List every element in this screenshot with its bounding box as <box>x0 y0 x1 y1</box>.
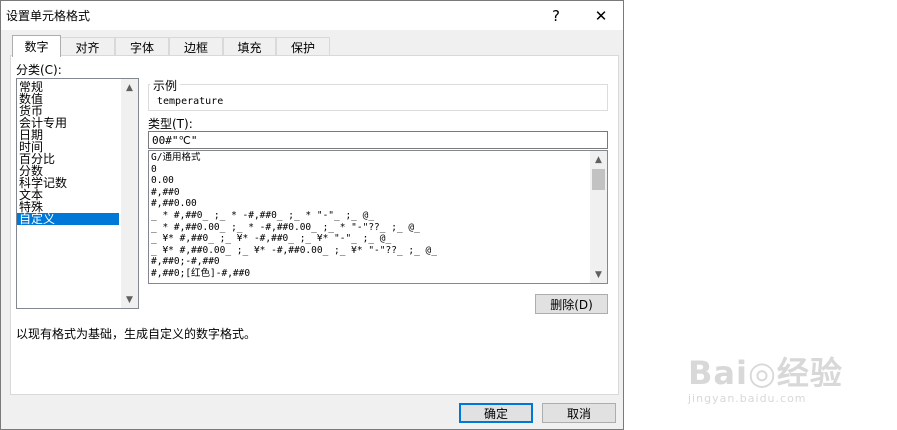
dialog-title: 设置单元格格式 <box>6 9 91 23</box>
category-label: 分类(C): <box>16 63 62 77</box>
type-label: 类型(T): <box>148 117 193 131</box>
tab-protection[interactable]: 保护 <box>276 37 330 56</box>
tab-border[interactable]: 边框 <box>169 37 223 56</box>
format-item[interactable]: _ ¥* #,##0.00_ ;_ ¥* -#,##0.00_ ;_ ¥* "-… <box>149 245 607 257</box>
close-button[interactable]: ✕ <box>581 1 621 30</box>
category-list[interactable]: 常规 数值 货币 会计专用 日期 时间 百分比 分数 科学记数 文本 特殊 自定… <box>16 78 139 309</box>
format-item[interactable]: #,##0;-#,##0 <box>149 256 607 268</box>
format-item[interactable]: G/通用格式 <box>149 152 607 164</box>
format-item[interactable]: 0.00 <box>149 175 607 187</box>
category-scrollbar[interactable]: ▲ ▼ <box>121 79 138 308</box>
category-item-custom[interactable]: 自定义 <box>17 213 119 225</box>
scroll-down-icon[interactable]: ▼ <box>121 291 138 308</box>
scroll-up-icon[interactable]: ▲ <box>121 79 138 96</box>
baidu-watermark: Bai◎经验 jingyan.baidu.com <box>688 330 888 410</box>
type-input[interactable] <box>148 131 608 149</box>
format-scrollbar[interactable]: ▲ ▼ <box>590 151 607 283</box>
format-list[interactable]: G/通用格式 0 0.00 #,##0 #,##0.00 _ * #,##0_ … <box>148 150 608 284</box>
description-text: 以现有格式为基础，生成自定义的数字格式。 <box>16 327 257 341</box>
scroll-down-icon[interactable]: ▼ <box>590 266 607 283</box>
format-item[interactable]: #,##0.00 <box>149 198 607 210</box>
format-item[interactable]: #,##0 <box>149 187 607 199</box>
watermark-logo: Bai◎经验 <box>688 354 843 392</box>
format-item[interactable]: _ * #,##0.00_ ;_ * -#,##0.00_ ;_ * "-"??… <box>149 222 607 234</box>
tab-alignment[interactable]: 对齐 <box>60 37 115 56</box>
cancel-button[interactable]: 取消 <box>542 403 616 423</box>
format-cells-dialog: 设置单元格格式 ? ✕ 数字 对齐 字体 边框 填充 保护 分类(C): 常规 … <box>0 0 624 430</box>
close-icon: ✕ <box>594 6 608 25</box>
watermark-url: jingyan.baidu.com <box>688 392 807 405</box>
format-item[interactable]: _ * #,##0_ ;_ * -#,##0_ ;_ * "-"_ ;_ @_ <box>149 210 607 222</box>
scroll-thumb[interactable] <box>592 169 605 190</box>
help-button[interactable]: ? <box>536 1 576 30</box>
delete-button[interactable]: 删除(D) <box>535 294 608 314</box>
tab-font[interactable]: 字体 <box>115 37 169 56</box>
sample-label: 示例 <box>150 77 181 94</box>
scroll-up-icon[interactable]: ▲ <box>590 151 607 168</box>
tab-number[interactable]: 数字 <box>12 35 61 57</box>
ok-button[interactable]: 确定 <box>459 403 533 423</box>
sample-value: temperature <box>157 96 224 107</box>
format-item[interactable]: _ ¥* #,##0_ ;_ ¥* -#,##0_ ;_ ¥* "-"_ ;_ … <box>149 233 607 245</box>
tab-fill[interactable]: 填充 <box>223 37 276 56</box>
title-bar: 设置单元格格式 ? ✕ <box>1 1 623 30</box>
format-item[interactable]: 0 <box>149 164 607 176</box>
format-item[interactable]: #,##0;[红色]-#,##0 <box>149 268 607 280</box>
